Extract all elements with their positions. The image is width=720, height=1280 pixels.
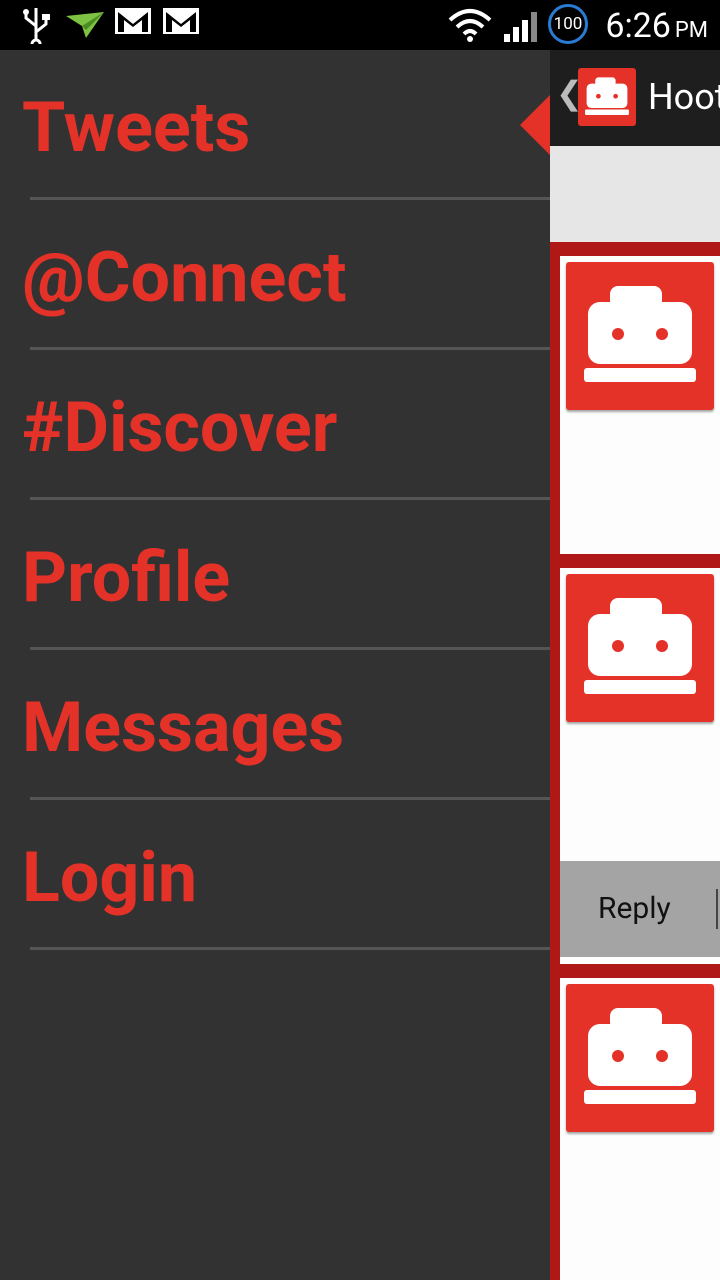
app-title: Hoot [648,76,720,118]
wifi-icon [448,9,492,42]
reply-button[interactable]: Reply [598,891,671,926]
menu-item-label: Login [22,837,198,919]
menu-item-tweets[interactable]: Tweets [0,50,550,200]
menu-item-label: #Discover [22,387,338,469]
compose-bar [550,146,720,242]
menu-item-profile[interactable]: Profile [0,500,550,650]
menu-item-label: Messages [22,687,345,769]
tweet-card[interactable]: Reply [560,568,720,964]
menu-item-label: Profile [22,537,231,619]
action-divider [716,889,718,929]
selected-item-indicator [520,95,550,155]
airdroid-icon [66,12,104,38]
menu-item-label: Tweets [22,87,251,169]
menu-item-discover[interactable]: #Discover [0,350,550,500]
menu-item-login[interactable]: Login [0,800,550,950]
menu-divider [30,947,550,950]
clock: 6:26 PM [605,6,708,46]
navigation-drawer: Tweets @Connect #Discover Profile Messag… [0,50,550,1280]
menu-item-connect[interactable]: @Connect [0,200,550,350]
menu-item-messages[interactable]: Messages [0,650,550,800]
menu-item-label: @Connect [22,237,347,319]
signal-icon [504,12,537,42]
app-logo-icon [578,68,636,126]
avatar-icon[interactable] [566,984,714,1132]
main-panel: ❮ Hoot Reply [550,50,720,1280]
avatar-icon[interactable] [566,262,714,410]
tweet-card[interactable] [560,978,720,1280]
action-bar[interactable]: ❮ Hoot [550,50,720,146]
tweet-card[interactable] [560,256,720,554]
gmail-icon [163,8,199,34]
avatar-icon[interactable] [566,574,714,722]
usb-icon [23,8,50,44]
tweet-actions: Reply [560,861,720,957]
status-bar: 100 6:26 PM [0,0,720,50]
battery-icon: 100 [548,4,588,44]
gmail-icon [115,8,151,34]
